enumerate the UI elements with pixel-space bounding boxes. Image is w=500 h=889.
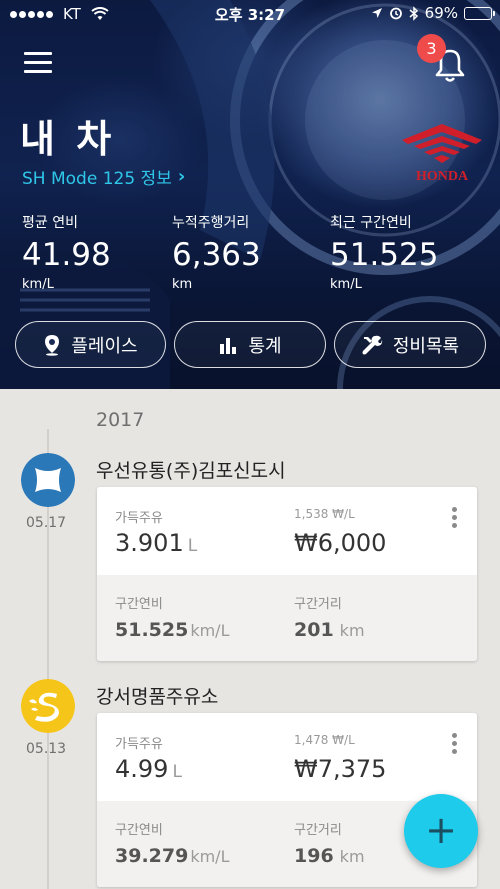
fuel-type-label: 가득주유 bbox=[115, 737, 163, 752]
segment-distance: 201 km bbox=[294, 619, 365, 641]
stat-average-efficiency: 평균 연비 41.98 km/L bbox=[22, 212, 111, 292]
fuel-amount: 4.99 L bbox=[115, 755, 182, 783]
segment-distance-unit: km bbox=[339, 621, 365, 640]
s-oil-icon bbox=[21, 679, 75, 733]
hyundai-oilbank-icon bbox=[21, 453, 75, 507]
efficiency-label: 구간연비 bbox=[115, 597, 163, 612]
fuel-cost: ₩6,000 bbox=[294, 529, 387, 557]
stat-unit: km/L bbox=[22, 277, 54, 292]
segment-efficiency: 39.279 km/L bbox=[115, 845, 229, 867]
wifi-icon bbox=[91, 7, 109, 20]
notification-badge: 3 bbox=[417, 34, 446, 63]
honda-logo-text: HONDA bbox=[416, 169, 469, 184]
bar-chart-icon bbox=[220, 337, 237, 354]
more-options-icon[interactable] bbox=[449, 507, 459, 533]
stat-recent-efficiency: 최근 구간연비 51.525 km/L bbox=[330, 212, 438, 292]
segment-efficiency: 51.525 km/L bbox=[115, 619, 229, 641]
entry-date: 05.17 bbox=[26, 515, 67, 531]
stat-unit: km bbox=[172, 277, 193, 292]
segment-efficiency-value: 39.279 bbox=[115, 845, 189, 867]
places-button[interactable]: 플레이스 bbox=[15, 321, 166, 368]
header-hero: KT 오후 3:27 69% 3 내 차 SH Mode 125 정보 › HO… bbox=[0, 0, 500, 389]
fuel-amount-value: 3.901 bbox=[115, 529, 184, 557]
places-button-label: 플레이스 bbox=[71, 335, 138, 357]
battery-icon bbox=[464, 6, 495, 20]
fuel-cost: ₩7,375 bbox=[294, 755, 387, 783]
stat-value: 51.525 bbox=[330, 237, 439, 273]
station-name[interactable]: 강서명품주유소 bbox=[96, 682, 218, 709]
stat-label: 누적주행거리 bbox=[172, 215, 250, 231]
maintenance-button-label: 정비목록 bbox=[392, 335, 460, 357]
fuel-amount-unit: L bbox=[187, 536, 198, 556]
wrench-icon bbox=[362, 335, 383, 354]
battery-percent: 69% bbox=[424, 4, 458, 22]
alarm-icon bbox=[389, 7, 402, 20]
stat-label: 평균 연비 bbox=[22, 215, 78, 231]
segment-distance: 196 km bbox=[294, 845, 365, 867]
fuel-amount-value: 4.99 bbox=[115, 755, 169, 783]
chevron-right-icon: › bbox=[177, 166, 186, 187]
map-pin-icon bbox=[45, 334, 60, 356]
more-options-icon[interactable] bbox=[449, 733, 459, 759]
menu-icon[interactable] bbox=[24, 52, 52, 76]
statistics-button-label: 통계 bbox=[248, 335, 282, 357]
bluetooth-icon bbox=[409, 5, 418, 21]
segment-efficiency-unit: km/L bbox=[190, 847, 230, 866]
efficiency-label: 구간연비 bbox=[115, 823, 163, 838]
add-record-button[interactable]: + bbox=[404, 794, 478, 868]
stat-total-distance: 누적주행거리 6,363 km bbox=[172, 212, 261, 292]
unit-price: 1,538 ₩/L bbox=[294, 507, 355, 521]
vehicle-model-label: SH Mode 125 정보 bbox=[22, 169, 172, 189]
honda-logo: HONDA bbox=[402, 124, 482, 184]
fuel-record-card[interactable]: 가득주유 3.901 L 1,538 ₩/L ₩6,000 구간연비 51.525… bbox=[97, 487, 477, 661]
segment-efficiency-value: 51.525 bbox=[115, 619, 189, 641]
stat-unit: km/L bbox=[330, 277, 362, 292]
location-arrow-icon bbox=[371, 8, 382, 18]
fuel-amount: 3.901 L bbox=[115, 529, 197, 557]
fuel-type-label: 가득주유 bbox=[115, 511, 163, 526]
carrier-label: KT bbox=[63, 5, 81, 23]
statistics-button[interactable]: 통계 bbox=[174, 321, 326, 368]
signal-dots-icon bbox=[10, 10, 53, 18]
distance-label: 구간거리 bbox=[294, 597, 342, 612]
station-name[interactable]: 우선유통(주)김포신도시 bbox=[96, 456, 286, 483]
segment-distance-value: 201 bbox=[294, 619, 334, 641]
maintenance-button[interactable]: 정비목록 bbox=[334, 321, 486, 368]
year-header: 2017 bbox=[96, 409, 145, 431]
fuel-amount-unit: L bbox=[172, 762, 182, 782]
segment-efficiency-unit: km/L bbox=[190, 621, 230, 640]
status-bar: KT 오후 3:27 69% bbox=[0, 0, 500, 28]
unit-price: 1,478 ₩/L bbox=[294, 733, 355, 747]
stat-label: 최근 구간연비 bbox=[330, 215, 412, 231]
segment-distance-value: 196 bbox=[294, 845, 334, 867]
stat-value: 41.98 bbox=[22, 237, 111, 273]
distance-label: 구간거리 bbox=[294, 823, 342, 838]
vehicle-info-link[interactable]: SH Mode 125 정보 › bbox=[22, 164, 185, 189]
stat-value: 6,363 bbox=[172, 237, 261, 273]
segment-distance-unit: km bbox=[339, 847, 365, 866]
entry-date: 05.13 bbox=[26, 741, 67, 757]
page-title: 내 차 bbox=[20, 117, 116, 161]
